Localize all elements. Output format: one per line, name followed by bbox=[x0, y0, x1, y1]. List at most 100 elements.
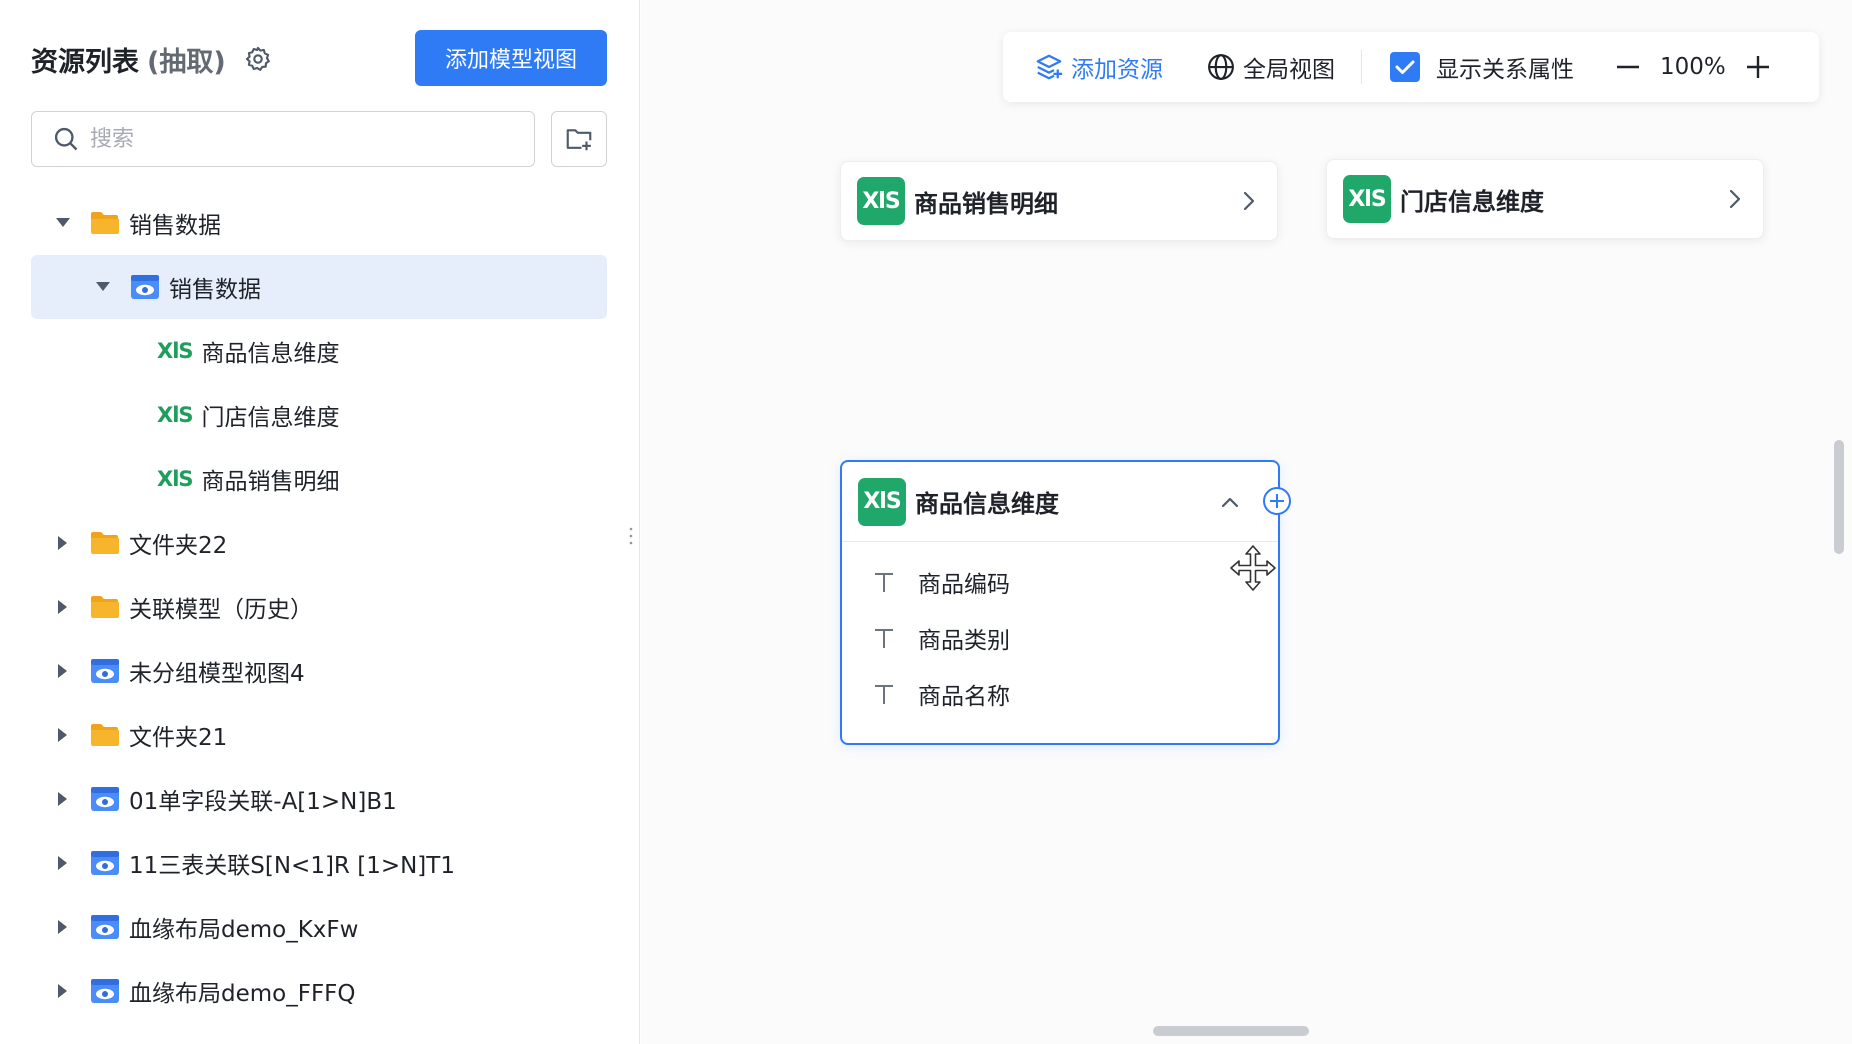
add-relation-button[interactable] bbox=[1262, 486, 1292, 516]
node-header[interactable]: XlS 商品销售明细 bbox=[841, 162, 1277, 240]
field-row[interactable]: 商品编码 bbox=[842, 554, 1278, 610]
tree-item-label: 文件夹21 bbox=[129, 725, 228, 751]
chevron-right-icon[interactable] bbox=[1237, 189, 1261, 213]
tree-item-label: 门店信息维度 bbox=[201, 405, 340, 431]
text-type-icon bbox=[872, 626, 896, 650]
show-relation-attrs-toggle[interactable]: 显示关系属性 bbox=[1390, 50, 1574, 84]
caret-right-icon[interactable] bbox=[51, 979, 75, 1003]
field-name: 商品名称 bbox=[918, 684, 1010, 710]
add-model-view-button[interactable]: 添加模型视图 bbox=[415, 30, 607, 86]
horizontal-scrollbar[interactable] bbox=[1153, 1026, 1309, 1036]
node-header[interactable]: XlS 门店信息维度 bbox=[1327, 160, 1763, 238]
tree-item-view[interactable]: 01单字段关联-A[1>N]B1 bbox=[31, 767, 607, 831]
move-cursor-icon bbox=[1229, 544, 1277, 592]
add-resource-button[interactable]: 添加资源 bbox=[1033, 50, 1163, 84]
resource-sidebar: 资源列表 (抽取) 添加模型视图 搜索 销售数据 销售数据 XlS 商品信息维度… bbox=[0, 0, 640, 1044]
tree-item-xls[interactable]: XlS 商品销售明细 bbox=[31, 447, 607, 511]
new-folder-button[interactable] bbox=[551, 111, 607, 167]
caret-right-icon[interactable] bbox=[51, 531, 75, 555]
caret-right-icon[interactable] bbox=[51, 659, 75, 683]
chevron-right-icon[interactable] bbox=[1723, 187, 1747, 211]
caret-down-icon[interactable] bbox=[51, 211, 75, 235]
tree-item-label: 血缘布局demo_KxFw bbox=[129, 917, 359, 943]
xls-icon: XlS bbox=[157, 467, 194, 491]
folder-open-icon bbox=[89, 209, 121, 237]
tree-item-xls[interactable]: XlS 门店信息维度 bbox=[31, 383, 607, 447]
tree-item-sales-view[interactable]: 销售数据 bbox=[31, 255, 607, 319]
field-name: 商品编码 bbox=[918, 572, 1010, 598]
folder-add-icon bbox=[564, 124, 594, 154]
resource-tree: 销售数据 销售数据 XlS 商品信息维度 XlS 门店信息维度 XlS 商品销售… bbox=[31, 191, 607, 1023]
tree-item-view[interactable]: 11三表关联S[N<1]R [1>N]T1 bbox=[31, 831, 607, 895]
model-view-icon bbox=[89, 785, 121, 813]
node-title: 门店信息维度 bbox=[1400, 187, 1544, 216]
globe-icon bbox=[1205, 51, 1237, 83]
field-list: 商品编码 商品类别 商品名称 bbox=[842, 542, 1278, 722]
tree-item-label: 文件夹22 bbox=[129, 533, 228, 559]
global-view-button[interactable]: 全局视图 bbox=[1205, 50, 1335, 84]
field-row[interactable]: 商品类别 bbox=[842, 610, 1278, 666]
tree-item-label: 销售数据 bbox=[169, 277, 261, 303]
folder-icon bbox=[89, 593, 121, 621]
zoom-control: 100% bbox=[1614, 53, 1772, 81]
tree-item-label: 11三表关联S[N<1]R [1>N]T1 bbox=[129, 853, 455, 879]
tree-item-folder[interactable]: 文件夹22 bbox=[31, 511, 607, 575]
xls-icon: XlS bbox=[858, 477, 906, 526]
zoom-out-button[interactable] bbox=[1614, 53, 1642, 81]
checkbox-checked[interactable] bbox=[1390, 52, 1420, 82]
node-card-selected[interactable]: XlS 商品信息维度 商品编码 商品类别 商品名称 bbox=[840, 460, 1280, 745]
tree-item-label: 关联模型（历史） bbox=[129, 597, 313, 623]
caret-right-icon[interactable] bbox=[51, 787, 75, 811]
text-type-icon bbox=[872, 682, 896, 706]
search-box[interactable] bbox=[31, 111, 535, 167]
tree-item-label: 血缘布局demo_FFFQ bbox=[129, 981, 356, 1007]
zoom-in-button[interactable] bbox=[1744, 53, 1772, 81]
node-title: 商品销售明细 bbox=[914, 189, 1058, 218]
tree-item-xls[interactable]: XlS 商品信息维度 bbox=[31, 319, 607, 383]
toolbar-divider bbox=[1361, 50, 1362, 84]
xls-icon: XlS bbox=[857, 177, 905, 225]
caret-right-icon[interactable] bbox=[51, 723, 75, 747]
caret-down-icon[interactable] bbox=[91, 275, 115, 299]
node-card[interactable]: XlS 商品销售明细 bbox=[840, 161, 1278, 241]
sidebar-title-text: 资源列表 bbox=[31, 46, 139, 78]
tree-item-label: 商品信息维度 bbox=[201, 341, 340, 367]
canvas-toolbar: 添加资源 全局视图 显示关系属性 100% bbox=[1003, 32, 1819, 102]
xls-icon: XlS bbox=[1343, 175, 1391, 223]
tree-item-folder[interactable]: 关联模型（历史） bbox=[31, 575, 607, 639]
tree-item-view[interactable]: 血缘布局demo_FFFQ bbox=[31, 959, 607, 1023]
sidebar-title-mode: (抽取) bbox=[147, 46, 226, 78]
caret-right-icon[interactable] bbox=[51, 595, 75, 619]
chevron-up-icon[interactable] bbox=[1218, 490, 1242, 514]
show-relation-attrs-label: 显示关系属性 bbox=[1436, 57, 1574, 83]
add-resource-label: 添加资源 bbox=[1071, 57, 1163, 83]
tree-item-folder[interactable]: 文件夹21 bbox=[31, 703, 607, 767]
xls-icon: XlS bbox=[157, 403, 194, 427]
tree-item-label: 未分组模型视图4 bbox=[129, 661, 305, 687]
zoom-level: 100% bbox=[1660, 54, 1726, 80]
tree-item-label: 商品销售明细 bbox=[201, 469, 340, 495]
tree-item-label: 销售数据 bbox=[129, 213, 221, 239]
field-row[interactable]: 商品名称 bbox=[842, 666, 1278, 722]
search-input[interactable] bbox=[90, 126, 510, 152]
field-name: 商品类别 bbox=[918, 628, 1010, 654]
tree-item-view[interactable]: 血缘布局demo_KxFw bbox=[31, 895, 607, 959]
node-card[interactable]: XlS 门店信息维度 bbox=[1326, 159, 1764, 239]
model-view-icon bbox=[89, 657, 121, 685]
tree-item-sales-folder[interactable]: 销售数据 bbox=[31, 191, 607, 255]
folder-icon bbox=[89, 721, 121, 749]
tree-item-view[interactable]: 未分组模型视图4 bbox=[31, 639, 607, 703]
model-canvas[interactable]: 添加资源 全局视图 显示关系属性 100% XlS 商品销售明细 XlS 门店信… bbox=[641, 0, 1852, 1044]
panel-resize-handle[interactable] bbox=[629, 526, 633, 546]
model-view-icon bbox=[129, 273, 161, 301]
gear-icon[interactable] bbox=[242, 43, 274, 75]
search-icon bbox=[52, 125, 80, 153]
folder-icon bbox=[89, 529, 121, 557]
vertical-scrollbar[interactable] bbox=[1834, 440, 1844, 554]
caret-right-icon[interactable] bbox=[51, 851, 75, 875]
model-view-icon bbox=[89, 977, 121, 1005]
caret-right-icon[interactable] bbox=[51, 915, 75, 939]
node-title: 商品信息维度 bbox=[915, 490, 1059, 518]
sidebar-header: 资源列表 (抽取) 添加模型视图 bbox=[31, 30, 607, 88]
node-header[interactable]: XlS 商品信息维度 bbox=[842, 462, 1278, 542]
